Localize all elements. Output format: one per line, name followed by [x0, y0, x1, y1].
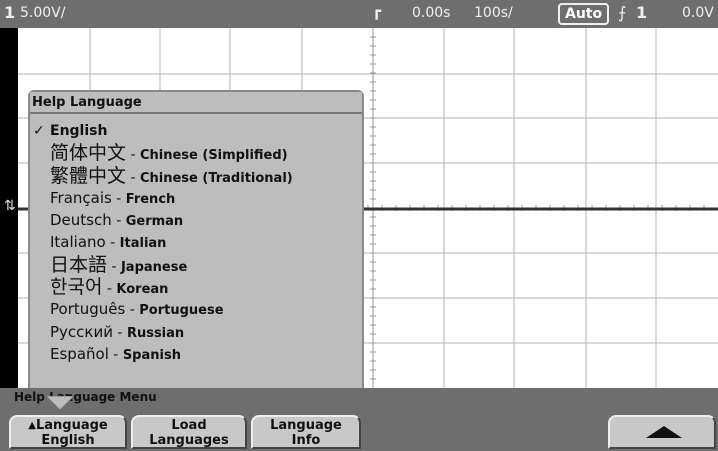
popup-title: Help Language: [30, 92, 362, 114]
language-separator: -: [107, 258, 121, 275]
language-native-name: 日本語: [50, 253, 108, 276]
ground-marker-icon: ⇅: [4, 198, 16, 214]
channel-ground-marker[interactable]: ⇅: [0, 194, 16, 222]
language-english-name: Spanish: [122, 347, 181, 363]
language-separator: -: [111, 190, 126, 207]
language-softkey[interactable]: ▲Language English: [9, 415, 127, 449]
language-separator: -: [126, 147, 140, 164]
language-native-name: Français: [50, 188, 112, 207]
checkmark-icon: ✓: [33, 123, 45, 139]
language-info-label-1: Language: [270, 418, 342, 433]
language-softkey-value: English: [41, 433, 95, 448]
language-separator: -: [126, 169, 140, 186]
time-offset: 0.00s: [412, 5, 451, 21]
language-english-name: English: [50, 123, 108, 139]
language-separator: -: [112, 324, 127, 341]
up-triangle-icon: ▲: [28, 420, 36, 431]
language-info-label-2: Info: [291, 433, 321, 448]
popup-pointer-icon: [46, 396, 74, 410]
softkey-menu-bar: Help Language Menu ▲Language English Loa…: [0, 388, 718, 451]
load-languages-label-1: Load: [171, 418, 207, 433]
language-english-name: Japanese: [120, 259, 188, 275]
language-item-italian[interactable]: Italiano - Italian: [30, 231, 362, 253]
language-native-name: Español: [50, 344, 109, 363]
status-bar: 1 5.00V/ ┏ 0.00s 100s/ Auto ⨍ 1 0.0V: [0, 0, 718, 28]
language-native-name: Português: [50, 300, 126, 319]
time-per-div: 100s/: [474, 5, 513, 21]
language-native-name: 简体中文: [50, 142, 127, 165]
language-item-russian[interactable]: Русский - Russian: [30, 321, 362, 343]
language-separator: -: [111, 213, 126, 230]
volts-per-div: 5.00V/: [20, 5, 66, 21]
language-item-chinese-simplified[interactable]: 简体中文 - Chinese (Simplified): [30, 142, 362, 164]
trigger-mode-badge: Auto: [558, 3, 610, 25]
trigger-source: 1: [636, 3, 648, 22]
language-english-name: Korean: [116, 282, 169, 298]
language-separator: -: [105, 235, 120, 252]
language-native-name: Deutsch: [50, 211, 112, 230]
language-separator: -: [125, 302, 140, 319]
trigger-level: 0.0V: [682, 5, 714, 21]
language-native-name: 繁體中文: [50, 164, 127, 187]
channel-number: 1: [4, 3, 16, 22]
language-softkey-label: Language: [35, 418, 108, 433]
menu-title: Help Language Menu: [14, 390, 157, 404]
help-language-popup: Help Language ✓ English 简体中文 - Chinese (…: [28, 90, 364, 395]
language-english-name: French: [125, 191, 176, 207]
language-native-name: 한국어: [50, 276, 103, 299]
language-info-softkey[interactable]: Language Info: [251, 415, 361, 449]
language-english-name: Chinese (Simplified): [139, 148, 288, 164]
language-english-name: German: [125, 214, 184, 230]
language-item-portuguese[interactable]: Português - Portuguese: [30, 298, 362, 320]
language-item-french[interactable]: Français - French: [30, 187, 362, 209]
load-languages-softkey[interactable]: Load Languages: [131, 415, 247, 449]
language-separator: -: [108, 346, 123, 363]
language-item-japanese[interactable]: 日本語 - Japanese: [30, 254, 362, 276]
language-native-name: Русский: [50, 322, 113, 341]
up-arrow-icon: [646, 426, 682, 438]
language-item-korean[interactable]: 한국어 - Korean: [30, 276, 362, 298]
language-item-english[interactable]: ✓ English: [30, 120, 362, 142]
language-english-name: Russian: [126, 325, 185, 341]
language-native-name: Italiano: [50, 233, 106, 252]
language-english-name: Italian: [119, 236, 167, 252]
language-english-name: Chinese (Traditional): [139, 170, 293, 186]
load-languages-label-2: Languages: [149, 433, 229, 448]
language-english-name: Portuguese: [139, 303, 224, 319]
trigger-position-icon: ┏: [372, 2, 382, 20]
return-softkey[interactable]: [608, 415, 716, 449]
trigger-slope-icon: ⨍: [618, 3, 627, 22]
language-item-german[interactable]: Deutsch - German: [30, 209, 362, 231]
language-list: ✓ English 简体中文 - Chinese (Simplified) 繁體…: [30, 120, 362, 365]
language-item-chinese-traditional[interactable]: 繁體中文 - Chinese (Traditional): [30, 165, 362, 187]
language-separator: -: [102, 281, 117, 298]
language-item-spanish[interactable]: Español - Spanish: [30, 343, 362, 365]
